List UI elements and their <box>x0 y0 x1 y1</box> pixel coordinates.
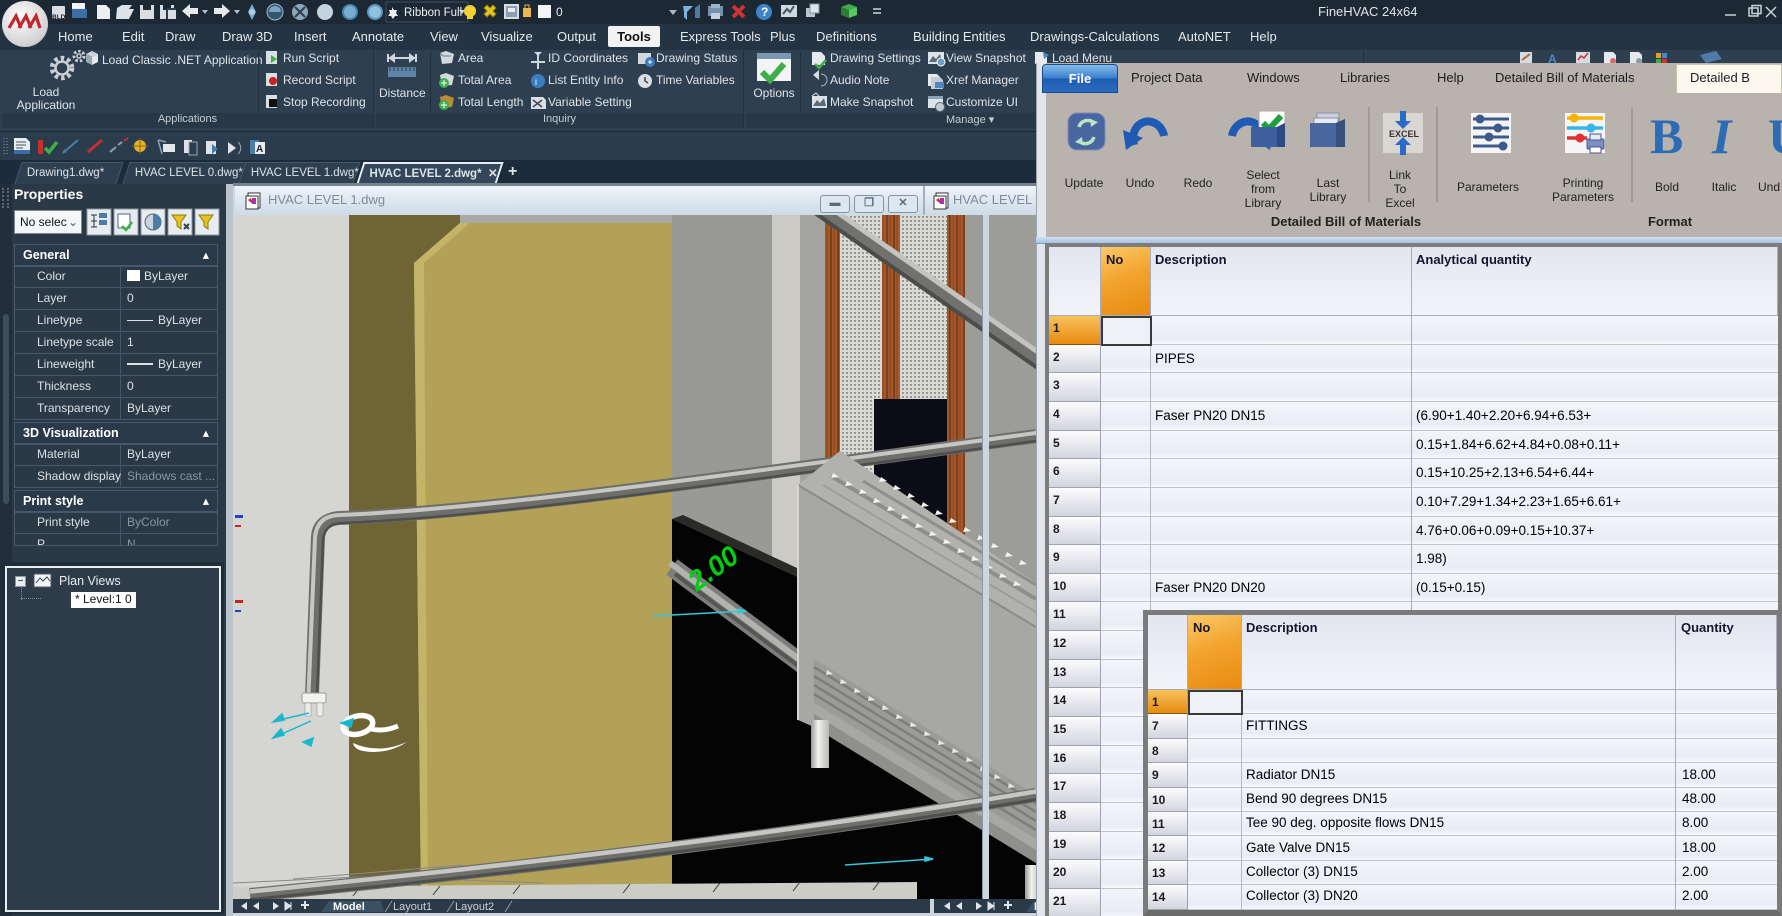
svg-text:0: 0 <box>556 5 563 19</box>
svg-text:BLD: BLD <box>72 4 85 10</box>
svg-text:A: A <box>256 144 263 155</box>
svg-text:BLD: BLD <box>52 14 66 21</box>
svg-text:Layout1: Layout1 <box>393 901 432 913</box>
svg-text:I: I <box>1711 108 1733 164</box>
svg-text:i: i <box>535 77 537 87</box>
svg-text:Model: Model <box>333 901 365 913</box>
svg-text:?: ? <box>761 5 768 19</box>
svg-text:FineHVAC 24x64: FineHVAC 24x64 <box>1318 4 1417 19</box>
svg-text:U: U <box>1768 108 1782 164</box>
svg-text:Layout2: Layout2 <box>455 901 494 913</box>
svg-text:Ribbon Full: Ribbon Full <box>404 7 462 19</box>
svg-text:B: B <box>1650 108 1683 164</box>
svg-text:EXCEL: EXCEL <box>1389 129 1420 139</box>
